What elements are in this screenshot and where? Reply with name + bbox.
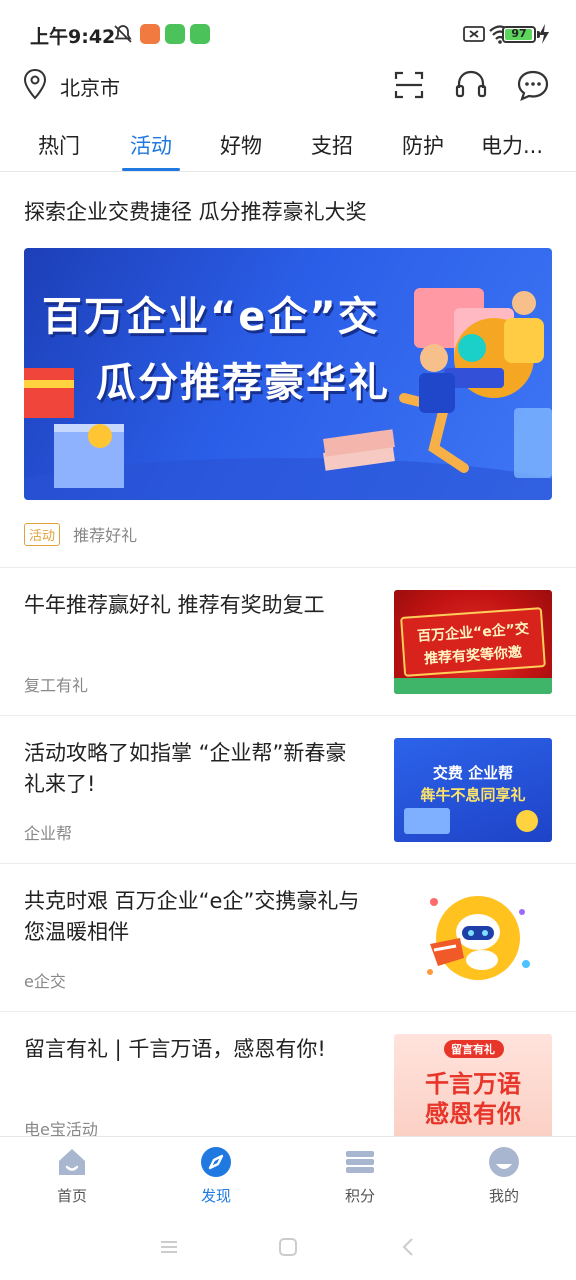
featured-title[interactable]: 探索企业交费捷径 瓜分推荐豪礼大奖: [24, 196, 367, 226]
banner-headline: 百万企业“e企”交: [42, 294, 380, 340]
tab-activity[interactable]: 活动: [130, 130, 172, 160]
location-header: 北京市: [0, 64, 576, 108]
article-title[interactable]: 共克时艰 百万企业“e企”交携豪礼与您温暖相伴: [24, 886, 364, 948]
article-title[interactable]: 牛年推荐赢好礼 推荐有奖助复工: [24, 590, 364, 621]
article-source: 复工有礼: [24, 676, 89, 695]
activity-badge: 活动: [24, 522, 61, 546]
points-icon: [346, 1151, 374, 1173]
profile-icon: [489, 1147, 519, 1177]
mute-icon: [114, 25, 132, 43]
tab-protection[interactable]: 防护: [402, 130, 444, 160]
thumbnail-line2: 犇牛不息同享礼: [420, 786, 526, 804]
nav-home-label: 首页: [56, 1187, 87, 1205]
tab-electricity[interactable]: 电力...: [481, 130, 543, 160]
active-tab-indicator: [122, 168, 180, 171]
article-thumbnail[interactable]: 留言有礼 千言万语 感恩有你: [394, 1034, 552, 1138]
banner-subheadline: 瓜分推荐豪华礼: [96, 360, 390, 406]
list-item[interactable]: 牛年推荐赢好礼 推荐有奖助复工 复工有礼 百万企业“e企”交 推荐有奖等你邀: [0, 568, 576, 716]
thumbnail-decoration: [516, 810, 538, 832]
list-item[interactable]: 活动攻略了如指掌 “企业帮”新春豪礼来了! 企业帮 交费 企业帮 犇牛不息同享礼: [0, 716, 576, 864]
nav-discover[interactable]: 发现: [144, 1137, 288, 1217]
nav-points[interactable]: 积分: [288, 1137, 432, 1217]
nav-profile-label: 我的: [488, 1187, 519, 1205]
message-icon[interactable]: [516, 68, 550, 102]
bottom-navigation: 首页 发现 积分 我的: [0, 1136, 576, 1216]
home-button-icon[interactable]: [277, 1236, 299, 1258]
featured-source: 推荐好礼: [73, 526, 138, 545]
thumbnail-decoration: [404, 808, 450, 834]
battery-level: 97: [511, 27, 527, 40]
list-item[interactable]: 共克时艰 百万企业“e企”交携豪礼与您温暖相伴 e企交: [0, 864, 576, 1012]
charging-icon: [539, 24, 549, 44]
thumbnail-line1: 交费 企业帮: [432, 764, 514, 782]
category-tabs: 热门 活动 好物 支招 防护 电力...: [0, 118, 576, 172]
article-thumbnail[interactable]: 百万企业“e企”交 推荐有奖等你邀: [394, 590, 552, 694]
app-notification-icon: [190, 24, 210, 44]
battery-icon: 97: [502, 26, 536, 43]
thumbnail-decoration: [394, 678, 552, 694]
article-source: 企业帮: [24, 824, 73, 843]
back-icon[interactable]: [398, 1236, 420, 1258]
article-thumbnail[interactable]: 交费 企业帮 犇牛不息同享礼: [394, 738, 552, 842]
article-source: e企交: [24, 972, 66, 991]
status-bar: 上午9:42 97: [0, 0, 576, 64]
nav-discover-label: 发现: [200, 1187, 231, 1205]
article-thumbnail[interactable]: [394, 886, 552, 990]
featured-meta: 活动 推荐好礼: [24, 522, 137, 546]
app-notification-icon: [140, 24, 160, 44]
nav-home[interactable]: 首页: [0, 1137, 144, 1217]
system-navigation: [0, 1216, 576, 1280]
nav-points-label: 积分: [344, 1187, 375, 1205]
home-icon: [59, 1149, 85, 1175]
menu-icon[interactable]: [158, 1236, 180, 1258]
article-title[interactable]: 留言有礼 | 千言万语，感恩有你!: [24, 1034, 364, 1065]
featured-banner[interactable]: 百万企业“e企”交 瓜分推荐豪华礼: [24, 248, 552, 500]
app-notification-icon: [165, 24, 185, 44]
status-time: 上午9:42: [30, 26, 116, 48]
featured-article[interactable]: 探索企业交费捷径 瓜分推荐豪礼大奖 百万企业“e企”交 瓜分推荐豪华礼 活动 推…: [0, 172, 576, 568]
location-pin-icon[interactable]: [22, 68, 48, 100]
thumbnail-line1: 留言有礼: [451, 1043, 495, 1056]
no-sim-icon: [463, 26, 485, 42]
tab-tips[interactable]: 支招: [311, 130, 353, 160]
tab-goods[interactable]: 好物: [220, 130, 262, 160]
robot-illustration: [427, 896, 530, 980]
compass-icon: [201, 1147, 231, 1177]
article-title[interactable]: 活动攻略了如指掌 “企业帮”新春豪礼来了!: [24, 738, 364, 800]
location-city[interactable]: 北京市: [60, 72, 120, 101]
scan-icon[interactable]: [392, 68, 426, 102]
headset-icon[interactable]: [454, 68, 488, 102]
tab-hot[interactable]: 热门: [38, 130, 80, 160]
nav-profile[interactable]: 我的: [432, 1137, 576, 1217]
thumbnail-line3: 感恩有你: [425, 1100, 521, 1128]
